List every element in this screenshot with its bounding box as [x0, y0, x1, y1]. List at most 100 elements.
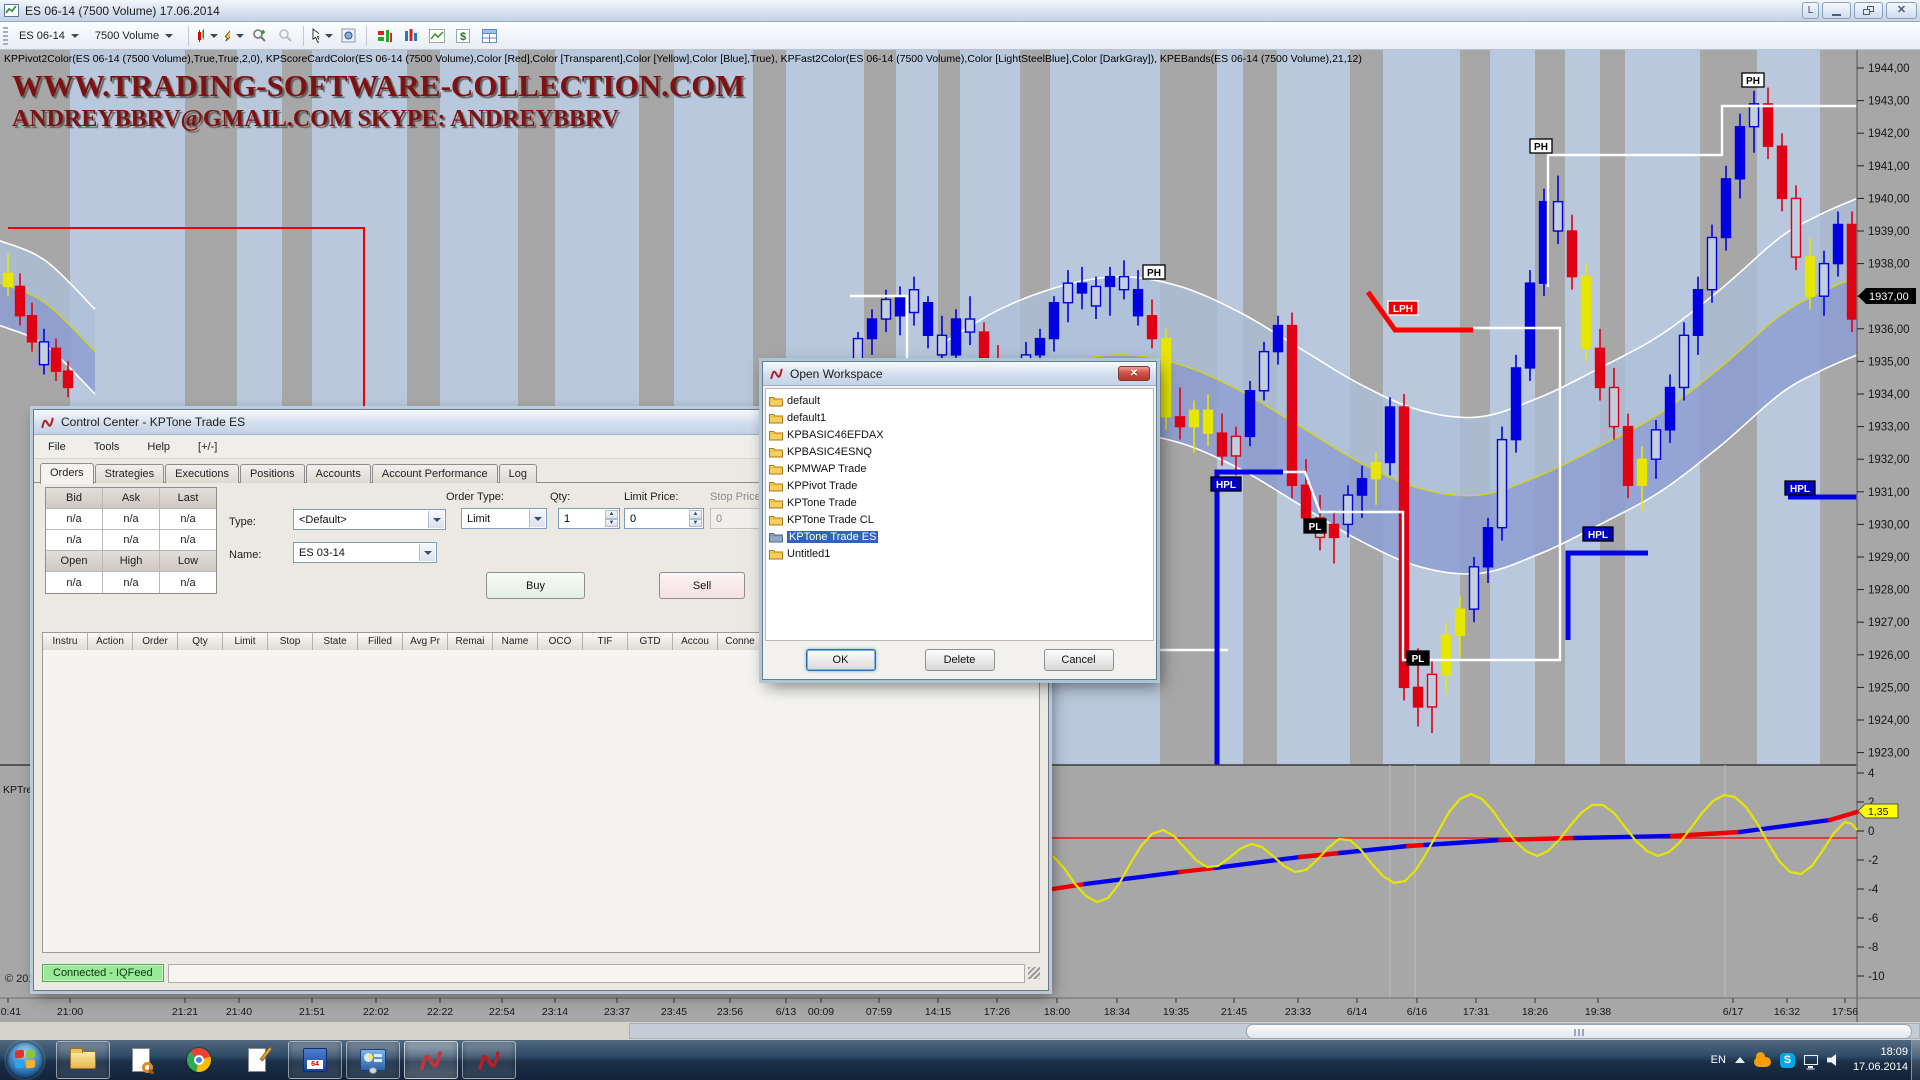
restore-button[interactable] [1854, 2, 1883, 19]
grid-column-conne[interactable]: Conne [718, 633, 763, 650]
grid-column-gtd[interactable]: GTD [628, 633, 673, 650]
workspace-item[interactable]: KPTone Trade [766, 494, 1153, 511]
status-track [168, 964, 1025, 983]
workspace-item[interactable]: default [766, 392, 1153, 409]
menu-tools[interactable]: Tools [80, 438, 134, 456]
account-name-select[interactable]: ES 03-14 [293, 542, 437, 563]
instrument-selector[interactable]: ES 06-14 [13, 28, 85, 44]
svg-text:HPL: HPL [1588, 530, 1608, 541]
link-button[interactable]: L [1802, 2, 1819, 19]
sell-button[interactable]: Sell [659, 572, 745, 599]
chart-window-titlebar[interactable]: ES 06-14 (7500 Volume) 17.06.2014 L ✕ [0, 0, 1920, 22]
svg-text:1941,00: 1941,00 [1868, 161, 1910, 173]
menu-file[interactable]: File [34, 438, 80, 456]
grid-column-remai[interactable]: Remai [448, 633, 493, 650]
taskbar-control-panel-button[interactable] [346, 1041, 400, 1079]
workspace-item[interactable]: KPBASIC46EFDAX [766, 426, 1153, 443]
grid-column-action[interactable]: Action [88, 633, 133, 650]
cursor-icon [311, 28, 319, 43]
show-desktop-button[interactable] [1911, 1040, 1920, 1080]
chart-style-button[interactable] [195, 25, 219, 47]
svg-text:1937,00: 1937,00 [1869, 291, 1909, 303]
grid-column-stop[interactable]: Stop [268, 633, 313, 650]
orders-grid-body[interactable] [42, 650, 1040, 953]
grid-column-accou[interactable]: Accou [673, 633, 718, 650]
limit-price-stepper[interactable]: 0 ▲▼ [624, 508, 704, 529]
network-tray-icon[interactable] [1804, 1055, 1818, 1065]
resize-grip[interactable] [1028, 967, 1040, 979]
tab-positions[interactable]: Positions [240, 464, 305, 483]
account-data-button[interactable]: $ [451, 25, 475, 47]
data-box-button[interactable] [336, 25, 360, 47]
name-value: ES 03-14 [299, 547, 345, 559]
chart-trader-button[interactable] [373, 25, 397, 47]
taskbar-ninjatrader-button-2[interactable] [462, 1041, 516, 1079]
delete-button[interactable]: Delete [925, 649, 995, 671]
cursor-tool-button[interactable] [310, 25, 334, 47]
tab-strategies[interactable]: Strategies [95, 464, 165, 483]
line-chart-button[interactable] [425, 25, 449, 47]
close-button[interactable]: ✕ [1886, 2, 1917, 19]
grid-column-limit[interactable]: Limit [223, 633, 268, 650]
type-select[interactable]: <Default> [293, 509, 446, 530]
interval-selector[interactable]: 7500 Volume [89, 28, 179, 44]
grid-column-instru[interactable]: Instru [43, 633, 88, 650]
zoom-out-button[interactable] [273, 25, 297, 47]
order-type-select[interactable]: Limit [461, 508, 547, 529]
grid-column-order[interactable]: Order [133, 633, 178, 650]
tab-executions[interactable]: Executions [165, 464, 239, 483]
workspace-item[interactable]: KPMWAP Trade [766, 460, 1153, 477]
dialog-close-button[interactable]: ✕ [1118, 366, 1150, 381]
buy-button[interactable]: Buy [486, 572, 585, 599]
zoom-in-button[interactable] [247, 25, 271, 47]
hscroll-thumb[interactable] [1246, 1024, 1912, 1039]
workspace-list[interactable]: defaultdefault1KPBASIC46EFDAXKPBASIC4ESN… [765, 388, 1154, 641]
minimize-button[interactable] [1822, 2, 1851, 19]
grid-column-avg-pr[interactable]: Avg Pr [403, 633, 448, 650]
tab-orders[interactable]: Orders [40, 463, 94, 484]
toolbar-grip[interactable] [3, 27, 8, 45]
cancel-button[interactable]: Cancel [1044, 649, 1114, 671]
taskbar-notepad-button[interactable] [230, 1041, 284, 1079]
language-indicator[interactable]: EN [1711, 1054, 1726, 1066]
grid-column-oco[interactable]: OCO [538, 633, 583, 650]
taskbar-search-button[interactable] [114, 1041, 168, 1079]
tab-account-performance[interactable]: Account Performance [372, 464, 498, 483]
quote-data-row: n/an/an/a [46, 530, 216, 551]
qty-stepper[interactable]: 1 ▲▼ [558, 508, 620, 529]
workspace-item[interactable]: KPPivot Trade [766, 477, 1153, 494]
taskbar-explorer-button[interactable] [56, 1041, 110, 1079]
ok-button[interactable]: OK [806, 649, 876, 671]
tab-log[interactable]: Log [499, 464, 537, 483]
quote-data-row: n/an/an/a [46, 509, 216, 530]
grid-column-qty[interactable]: Qty [178, 633, 223, 650]
workspace-item[interactable]: Untitled1 [766, 545, 1153, 562]
chart-hscrollbar[interactable] [629, 1023, 1920, 1039]
taskbar-clock[interactable]: 18:09 17.06.2014 [1853, 1045, 1908, 1075]
grid-button[interactable] [477, 25, 501, 47]
start-button[interactable] [6, 1041, 44, 1079]
grid-column-state[interactable]: State [313, 633, 358, 650]
taskbar-floppy-button[interactable]: 64 [288, 1041, 342, 1079]
open-workspace-titlebar[interactable]: Open Workspace ✕ [763, 362, 1156, 386]
tab-accounts[interactable]: Accounts [306, 464, 371, 483]
grid-column-name[interactable]: Name [493, 633, 538, 650]
workspace-item[interactable]: KPTone Trade ES [766, 528, 1153, 545]
workspace-item[interactable]: KPTone Trade CL [766, 511, 1153, 528]
cloud-tray-icon[interactable] [1754, 1057, 1771, 1067]
taskbar-ninjatrader-button-1[interactable] [404, 1041, 458, 1079]
grid-column-filled[interactable]: Filled [358, 633, 403, 650]
menu-help[interactable]: Help [133, 438, 184, 456]
grid-column-tif[interactable]: TIF [583, 633, 628, 650]
workspace-item[interactable]: KPBASIC4ESNQ [766, 443, 1153, 460]
skype-tray-icon[interactable]: S [1780, 1053, 1795, 1068]
taskbar-chrome-button[interactable] [172, 1041, 226, 1079]
market-analyzer-button[interactable] [399, 25, 423, 47]
volume-tray-icon[interactable] [1827, 1054, 1840, 1067]
svg-text:21:00: 21:00 [57, 1006, 83, 1018]
menu-[interactable]: [+/-] [184, 438, 231, 456]
show-hidden-icons-button[interactable] [1735, 1057, 1745, 1063]
workspace-item[interactable]: default1 [766, 409, 1153, 426]
draw-tools-button[interactable] [221, 25, 245, 47]
qty-label: Qty: [550, 491, 570, 503]
